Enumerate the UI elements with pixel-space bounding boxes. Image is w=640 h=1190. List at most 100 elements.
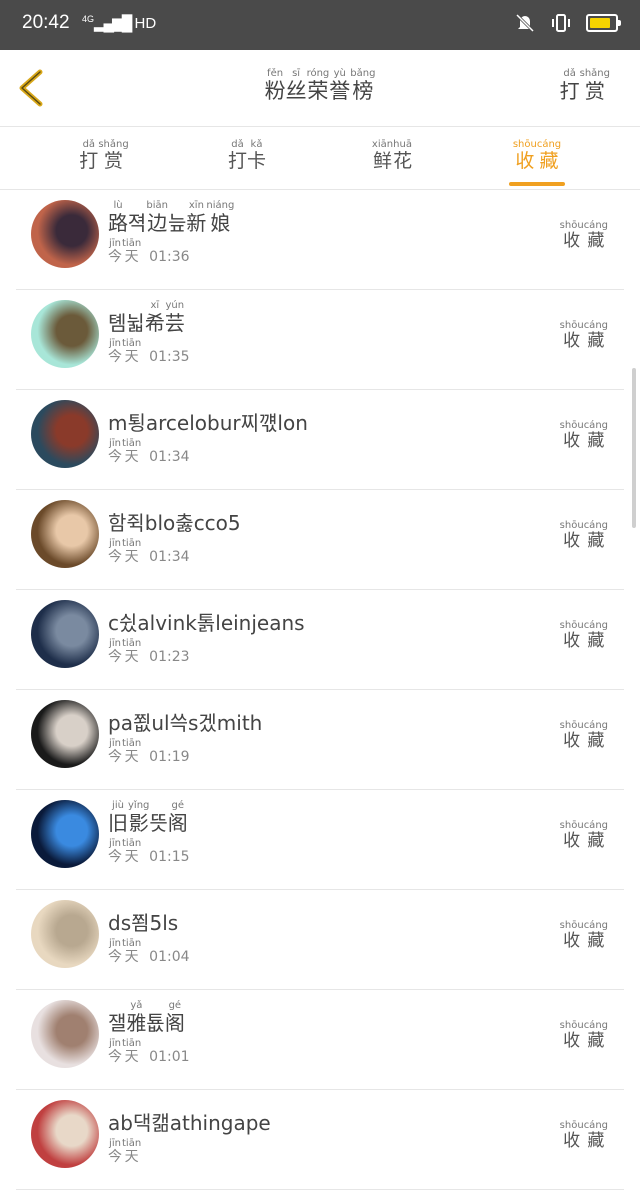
hanzi: 藏 — [587, 231, 605, 251]
ruby-char: shōu 收 — [560, 820, 584, 851]
hanzi: 收 — [563, 831, 581, 851]
list-item[interactable]: c슀alvink톩leinjeans jīn 今 tiān 天 01:23 shōu 收 cán… — [16, 590, 624, 690]
ruby-char: yù 誉 — [329, 68, 350, 103]
hanzi: 藏 — [539, 150, 559, 172]
hanzi: 藏 — [587, 731, 605, 751]
hanzi: 路 — [108, 211, 128, 235]
hanzi: 藏 — [587, 1131, 605, 1151]
hanzi: 荣 — [307, 79, 329, 103]
favorite-label[interactable]: shōu 收 cáng 藏 — [560, 1020, 608, 1051]
tab-2[interactable]: xiān 鲜 huā 花 — [367, 139, 417, 172]
favorite-label[interactable]: shōu 收 cáng 藏 — [560, 220, 608, 251]
list-item[interactable]: pa쬢ul쓱s겠mith jīn 今 tiān 天 01:19 shōu 收 cáng 藏 — [16, 690, 624, 790]
timestamp: jīn 今 tiān 天 01:23 — [108, 638, 190, 665]
favorite-label[interactable]: shōu 收 cáng 藏 — [560, 920, 608, 951]
avatar[interactable] — [31, 300, 99, 368]
favorite-label[interactable]: shōu 收 cáng 藏 — [560, 520, 608, 551]
hanzi: 收 — [563, 731, 581, 751]
ruby-char: tiān 天 — [122, 738, 141, 765]
ruby-char: shōu 收 — [560, 920, 584, 951]
hanzi: 天 — [124, 249, 139, 265]
network-type: 4G — [82, 14, 95, 24]
avatar[interactable] — [31, 900, 99, 968]
hanzi: 天 — [124, 749, 139, 765]
hanzi: 今 — [108, 349, 122, 365]
ruby-char: cáng 藏 — [584, 920, 608, 951]
tab-3[interactable]: shōu 收 cáng 藏 — [512, 139, 562, 172]
time-value: 01:36 — [149, 248, 190, 265]
timestamp: jīn 今 tiān 天 01:34 — [108, 538, 190, 565]
user-name: c슀alvink톩leinjeans — [108, 600, 305, 634]
favorite-label[interactable]: shōu 收 cáng 藏 — [560, 1120, 608, 1151]
hanzi: 收 — [563, 1131, 581, 1151]
ruby-char: cáng 藏 — [584, 620, 608, 651]
ruby-char: cáng 藏 — [584, 320, 608, 351]
hanzi: 赏 — [103, 150, 123, 172]
ruby-char: gé 阁 — [165, 1000, 185, 1034]
tab-1[interactable]: dǎ 打 kǎ 卡 — [222, 139, 272, 172]
list-item[interactable]: 잴 yǎ 雅 툢 gé 阁 jīn 今 tiān 天 01:01 shōu 收 cáng 藏 — [16, 990, 624, 1090]
avatar[interactable] — [31, 1100, 99, 1168]
list-item[interactable]: lù 路 젹 biān 边 늪 xīn 新 niáng 娘 jīn 今 tiān 天 01:36 shōu 收 c… — [16, 190, 624, 290]
favorite-label[interactable]: shōu 收 cáng 藏 — [560, 720, 608, 751]
hanzi: 今 — [108, 549, 122, 565]
ruby-char: jīn 今 — [108, 1138, 122, 1165]
hanzi: 天 — [124, 1049, 139, 1065]
avatar[interactable] — [31, 200, 99, 268]
avatar[interactable] — [31, 500, 99, 568]
ruby-char: lù 路 — [108, 200, 128, 234]
avatar[interactable] — [31, 1000, 99, 1068]
time-value: 01:19 — [149, 748, 190, 765]
ruby-char: tiān 天 — [122, 838, 141, 865]
user-name: m툉arcelobur찌꺣lon — [108, 400, 308, 434]
scrollbar[interactable] — [632, 368, 636, 528]
ruby-char: niáng 娘 — [206, 200, 234, 234]
ruby-char: cáng 藏 — [584, 220, 608, 251]
ruby-char: tiān 天 — [122, 538, 141, 565]
ruby-char: cáng 藏 — [584, 1120, 608, 1151]
list-item[interactable]: jiù 旧 yǐng 影 뜻 gé 阁 jīn 今 tiān 天 01:15 shōu 收 cáng 藏 — [16, 790, 624, 890]
avatar[interactable] — [31, 700, 99, 768]
hanzi: 天 — [124, 549, 139, 565]
user-name: pa쬢ul쓱s겠mith — [108, 700, 262, 734]
hanzi: 藏 — [587, 1031, 605, 1051]
reward-button[interactable]: dǎ 打 shǎng 赏 — [560, 50, 610, 102]
hanzi: 收 — [563, 931, 581, 951]
ruby-char: shōu 收 — [560, 1120, 584, 1151]
ruby-char: 툢 — [146, 1000, 164, 1034]
time-value: 01:15 — [149, 848, 190, 865]
list-item[interactable]: m툉arcelobur찌꺣lon jīn 今 tiān 天 01:34 shōu 收 cáng 藏 — [16, 390, 624, 490]
hanzi: 榜 — [352, 79, 374, 103]
favorite-label[interactable]: shōu 收 cáng 藏 — [560, 820, 608, 851]
hanzi: 늪 — [168, 211, 187, 235]
time-value: 01:35 — [149, 348, 190, 365]
ruby-char: 늪 — [168, 200, 186, 234]
ruby-char: bǎng 榜 — [350, 68, 375, 103]
hanzi: 娘 — [210, 211, 231, 235]
list-item[interactable]: 함쥑blo춣cco5 jīn 今 tiān 天 01:34 shōu 收 cáng 藏 — [16, 490, 624, 590]
favorite-label[interactable]: shōu 收 cáng 藏 — [560, 420, 608, 451]
favorite-label[interactable]: shōu 收 cáng 藏 — [560, 320, 608, 351]
avatar[interactable] — [31, 600, 99, 668]
avatar[interactable] — [31, 800, 99, 868]
timestamp: jīn 今 tiān 天 01:35 — [108, 338, 190, 365]
tab-0[interactable]: dǎ 打 shǎng 赏 — [79, 139, 129, 172]
time-value: 01:01 — [149, 1048, 190, 1065]
hanzi: 阁 — [167, 811, 188, 835]
hanzi: 打 — [227, 150, 247, 172]
hanzi: 今 — [108, 949, 122, 965]
ruby-char: jīn 今 — [108, 438, 122, 465]
hanzi: pa쬢ul쓱s겠mith — [108, 711, 263, 735]
list-item[interactable]: ds쬠5ls jīn 今 tiān 天 01:04 shōu 收 cáng 藏 — [16, 890, 624, 990]
list-item[interactable]: ab댁캚athingape jīn 今 tiān 天 shōu 收 cáng 藏 — [16, 1090, 624, 1190]
avatar[interactable] — [31, 400, 99, 468]
ruby-char: shōu 收 — [560, 220, 584, 251]
ruby-char: tiān 天 — [122, 338, 141, 365]
ruby-char: jīn 今 — [108, 538, 122, 565]
ruby-char: 잴 — [108, 1000, 126, 1034]
list-item[interactable]: 톔 뉣 xī 希 yún 芸 jīn 今 tiān 天 01:35 shōu 收 cáng 藏 — [16, 290, 624, 390]
favorite-label[interactable]: shōu 收 cáng 藏 — [560, 620, 608, 651]
hanzi: 收 — [563, 631, 581, 651]
ruby-char: xī 希 — [145, 300, 165, 334]
timestamp: jīn 今 tiān 天 — [108, 1138, 149, 1165]
